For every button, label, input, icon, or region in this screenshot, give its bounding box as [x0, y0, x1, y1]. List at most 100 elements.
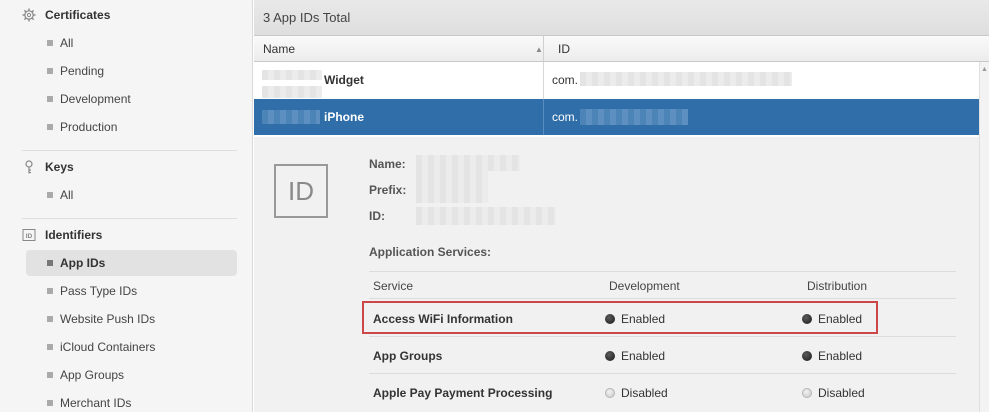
column-separator [543, 36, 544, 62]
bullet [47, 68, 53, 74]
app-name: iPhone [324, 110, 365, 124]
bullet [47, 124, 53, 130]
sidebar-item-label: Pending [60, 64, 105, 78]
sidebar-item-certificates-all[interactable]: All [26, 30, 237, 56]
id-badge-text: ID [288, 175, 314, 206]
status-text: Enabled [818, 349, 863, 363]
enabled-dot-icon [605, 351, 615, 361]
distribution-status: Enabled [802, 349, 862, 363]
bullet [47, 96, 53, 102]
sidebar: Certificates All Pending Development Pro… [0, 0, 253, 412]
status-text: Enabled [621, 349, 666, 363]
development-column-header: Development [609, 279, 680, 293]
bullet [47, 192, 53, 198]
sidebar-item-keys-all[interactable]: All [26, 182, 237, 208]
section-title: Certificates [45, 8, 111, 22]
svg-text:ID: ID [26, 233, 33, 240]
bullet [47, 316, 53, 322]
sidebar-item-production[interactable]: Production [26, 114, 237, 140]
column-header-name[interactable]: Name [263, 42, 295, 56]
disabled-dot-icon [802, 388, 812, 398]
service-name: Apple Pay Payment Processing [373, 386, 553, 400]
status-text: Disabled [621, 386, 668, 400]
highlight-annotation [362, 301, 878, 334]
redacted-text [262, 70, 322, 80]
disabled-dot-icon [605, 388, 615, 398]
status-text: Disabled [818, 386, 865, 400]
service-name: App Groups [373, 349, 443, 363]
scroll-up-icon[interactable]: ▲ [981, 66, 988, 73]
sidebar-item-label: App IDs [60, 256, 106, 270]
distribution-column-header: Distribution [807, 279, 868, 293]
bullet [47, 260, 53, 266]
column-separator [543, 62, 544, 99]
column-header-id[interactable]: ID [558, 42, 570, 56]
sidebar-item-app-ids[interactable]: App IDs [26, 250, 237, 276]
id-badge-icon: ID [274, 164, 328, 218]
divider [22, 218, 237, 219]
sidebar-item-label: Merchant IDs [60, 396, 132, 410]
divider [369, 336, 956, 337]
bullet [47, 372, 53, 378]
sidebar-item-merchant-ids[interactable]: Merchant IDs [26, 390, 237, 412]
section-title: Identifiers [45, 228, 103, 242]
sidebar-item-pass-type-ids[interactable]: Pass Type IDs [26, 278, 237, 304]
id-label: ID: [369, 209, 385, 223]
app-id-prefix: com. [552, 73, 579, 87]
key-icon [22, 160, 36, 174]
total-bar: 3 App IDs Total [254, 0, 989, 36]
divider [369, 271, 956, 272]
service-column-header: Service [373, 279, 414, 293]
redacted-text [262, 86, 322, 98]
development-status: Enabled [605, 349, 665, 363]
section-keys[interactable]: Keys [22, 156, 74, 178]
sidebar-item-label: Production [60, 120, 118, 134]
sidebar-item-label: iCloud Containers [60, 340, 156, 354]
redacted-text [416, 171, 488, 203]
redacted-text [580, 72, 792, 86]
bullet [47, 344, 53, 350]
section-title: Keys [45, 160, 74, 174]
distribution-status: Disabled [802, 386, 865, 400]
table-row-iphone[interactable]: iPhone com. [254, 99, 989, 135]
sidebar-item-website-push-ids[interactable]: Website Push IDs [26, 306, 237, 332]
bullet [47, 400, 53, 406]
divider [369, 373, 956, 374]
divider [22, 150, 237, 151]
table-row-widget[interactable]: Widget com. [254, 62, 989, 99]
app-name: Widget [324, 73, 364, 87]
name-label: Name: [369, 157, 406, 171]
sidebar-item-icloud-containers[interactable]: iCloud Containers [26, 334, 237, 360]
sidebar-item-label: App Groups [60, 368, 125, 382]
divider [369, 298, 956, 299]
bullet [47, 40, 53, 46]
sidebar-item-development[interactable]: Development [26, 86, 237, 112]
sidebar-item-label: All [60, 188, 74, 202]
gear-icon [22, 8, 36, 22]
sidebar-item-label: Development [60, 92, 131, 106]
sidebar-item-label: All [60, 36, 74, 50]
bullet [47, 288, 53, 294]
redacted-text [580, 109, 688, 125]
section-certificates[interactable]: Certificates [22, 4, 110, 26]
main-panel: 3 App IDs Total Name ▲ ID Widget com. iP… [254, 0, 989, 412]
redacted-text [416, 207, 556, 225]
prefix-label: Prefix: [369, 183, 407, 197]
table-header: Name ▲ ID [254, 36, 989, 62]
total-label: 3 App IDs Total [263, 10, 351, 25]
redacted-text [262, 110, 320, 124]
development-status: Disabled [605, 386, 668, 400]
column-separator [543, 99, 544, 135]
sidebar-item-label: Website Push IDs [60, 312, 156, 326]
id-icon: ID [22, 228, 36, 242]
sidebar-item-label: Pass Type IDs [60, 284, 138, 298]
app-id-detail-panel: ID Name: Prefix: ID: Application Service… [254, 137, 979, 412]
app-id-prefix: com. [552, 110, 579, 124]
sidebar-item-pending[interactable]: Pending [26, 58, 237, 84]
sort-ascending-icon[interactable]: ▲ [535, 45, 543, 54]
section-identifiers[interactable]: ID Identifiers [22, 224, 102, 246]
redacted-text [416, 155, 520, 171]
sidebar-item-app-groups[interactable]: App Groups [26, 362, 237, 388]
application-services-label: Application Services: [369, 245, 492, 259]
vertical-scrollbar[interactable]: ▲ [979, 62, 989, 412]
